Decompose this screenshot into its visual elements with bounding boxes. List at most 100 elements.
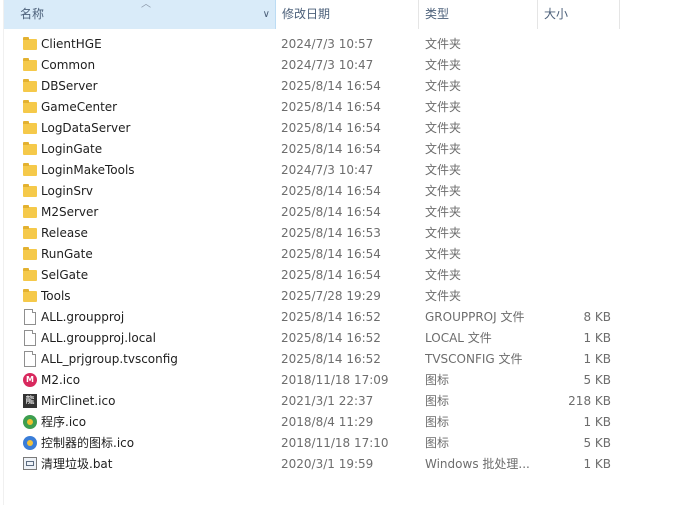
file-name: LogDataServer (41, 121, 131, 135)
folder-icon (23, 268, 37, 281)
folder-icon (23, 184, 37, 197)
file-name: Release (41, 226, 88, 240)
column-header-size[interactable]: 大小 (538, 0, 620, 29)
file-size (540, 118, 611, 139)
column-header-bar: ︿ 名称 ∨ 修改日期 类型 大小 (0, 0, 620, 30)
controller-ico-icon (23, 436, 37, 450)
file-row[interactable]: GameCenter 2025/8/14 16:54 文件夹 (0, 97, 674, 118)
file-size: 1 KB (583, 457, 611, 471)
file-row[interactable]: Common 2024/7/3 10:47 文件夹 (0, 55, 674, 76)
file-date: 2025/8/14 16:54 (281, 184, 381, 198)
file-name: DBServer (41, 79, 98, 93)
file-type: 文件夹 (425, 142, 462, 156)
file-row[interactable]: LoginSrv 2025/8/14 16:54 文件夹 (0, 181, 674, 202)
app-ico-icon (23, 415, 37, 429)
folder-icon (23, 37, 37, 50)
file-size (540, 202, 611, 223)
column-header-type[interactable]: 类型 (419, 0, 538, 29)
file-row[interactable]: ALL.groupproj 2025/8/14 16:52 GROUPPROJ 文件… (0, 307, 674, 328)
column-header-date-label: 修改日期 (282, 7, 331, 21)
file-row[interactable]: 控制器的图标.ico 2018/11/18 17:10 图标 5 KB (0, 433, 674, 454)
file-row[interactable]: LoginMakeTools 2024/7/3 10:47 文件夹 (0, 160, 674, 181)
file-type: 文件夹 (425, 247, 462, 261)
bat-file-icon (23, 457, 37, 470)
file-name: ALL.groupproj.local (41, 331, 156, 345)
file-name: M2Server (41, 205, 99, 219)
file-type: GROUPPROJ 文件 (425, 310, 525, 324)
folder-icon (23, 247, 37, 260)
file-name: ClientHGE (41, 37, 102, 51)
file-type: 文件夹 (425, 289, 462, 303)
file-row[interactable]: LoginGate 2025/8/14 16:54 文件夹 (0, 139, 674, 160)
file-name: LoginMakeTools (41, 163, 135, 177)
file-type: 文件夹 (425, 121, 462, 135)
file-name: MirClinet.ico (41, 394, 116, 408)
chevron-down-icon[interactable]: ∨ (263, 0, 270, 29)
file-name: ALL_prjgroup.tvsconfig (41, 352, 178, 366)
file-row[interactable]: 龍 MirClinet.ico 2021/3/1 22:37 图标 218 KB (0, 391, 674, 412)
folder-icon (23, 142, 37, 155)
file-icon (24, 351, 36, 367)
file-row[interactable]: Tools 2025/7/28 19:29 文件夹 (0, 286, 674, 307)
file-type: 文件夹 (425, 58, 462, 72)
file-date: 2025/8/14 16:52 (281, 310, 381, 324)
file-date: 2025/8/14 16:54 (281, 205, 381, 219)
file-size (540, 34, 611, 55)
column-header-name[interactable]: ︿ 名称 ∨ (4, 0, 276, 29)
file-size: 5 KB (583, 373, 611, 387)
file-row[interactable]: ALL_prjgroup.tvsconfig 2025/8/14 16:52 TVS… (0, 349, 674, 370)
file-row[interactable]: DBServer 2025/8/14 16:54 文件夹 (0, 76, 674, 97)
file-date: 2025/8/14 16:54 (281, 268, 381, 282)
file-type: 图标 (425, 415, 450, 429)
file-size (540, 265, 611, 286)
file-row[interactable]: LogDataServer 2025/8/14 16:54 文件夹 (0, 118, 674, 139)
folder-icon (23, 226, 37, 239)
file-size (540, 244, 611, 265)
folder-icon (23, 58, 37, 71)
file-row[interactable]: M M2.ico 2018/11/18 17:09 图标 5 KB (0, 370, 674, 391)
file-type: TVSCONFIG 文件 (425, 352, 523, 366)
file-size (540, 76, 611, 97)
file-row[interactable]: 清理垃圾.bat 2020/3/1 19:59 Windows 批处理... 1 KB (0, 454, 674, 475)
file-date: 2025/8/14 16:54 (281, 121, 381, 135)
file-date: 2025/8/14 16:54 (281, 79, 381, 93)
mirclinet-ico-icon: 龍 (23, 394, 37, 408)
folder-icon (23, 163, 37, 176)
file-size (540, 286, 611, 307)
file-type: 图标 (425, 394, 450, 408)
file-name: LoginGate (41, 142, 103, 156)
file-row[interactable]: ClientHGE 2024/7/3 10:57 文件夹 (0, 34, 674, 55)
file-date: 2025/8/14 16:54 (281, 142, 381, 156)
file-size (540, 139, 611, 160)
file-type: 文件夹 (425, 268, 462, 282)
file-type: Windows 批处理... (425, 457, 530, 471)
file-name: Common (41, 58, 96, 72)
file-row[interactable]: Release 2025/8/14 16:53 文件夹 (0, 223, 674, 244)
file-row[interactable]: M2Server 2025/8/14 16:54 文件夹 (0, 202, 674, 223)
file-size: 5 KB (583, 436, 611, 450)
file-type: 文件夹 (425, 37, 462, 51)
file-name: 控制器的图标.ico (41, 436, 135, 450)
column-header-size-label: 大小 (544, 7, 569, 21)
file-date: 2024/7/3 10:57 (281, 37, 374, 51)
file-row[interactable]: RunGate 2025/8/14 16:54 文件夹 (0, 244, 674, 265)
file-type: 图标 (425, 373, 450, 387)
file-name: 清理垃圾.bat (41, 457, 113, 471)
file-row[interactable]: SelGate 2025/8/14 16:54 文件夹 (0, 265, 674, 286)
file-icon (24, 309, 36, 325)
folder-icon (23, 121, 37, 134)
file-size (540, 223, 611, 244)
file-date: 2018/8/4 11:29 (281, 415, 374, 429)
file-size: 1 KB (583, 331, 611, 345)
file-size (540, 97, 611, 118)
file-name: RunGate (41, 247, 93, 261)
file-type: 文件夹 (425, 100, 462, 114)
file-row[interactable]: 程序.ico 2018/8/4 11:29 图标 1 KB (0, 412, 674, 433)
file-type: 文件夹 (425, 226, 462, 240)
file-date: 2025/7/28 19:29 (281, 289, 381, 303)
file-name: M2.ico (41, 373, 81, 387)
file-size (540, 160, 611, 181)
column-header-date[interactable]: 修改日期 (276, 0, 419, 29)
file-row[interactable]: ALL.groupproj.local 2025/8/14 16:52 LOCAL … (0, 328, 674, 349)
folder-icon (23, 79, 37, 92)
